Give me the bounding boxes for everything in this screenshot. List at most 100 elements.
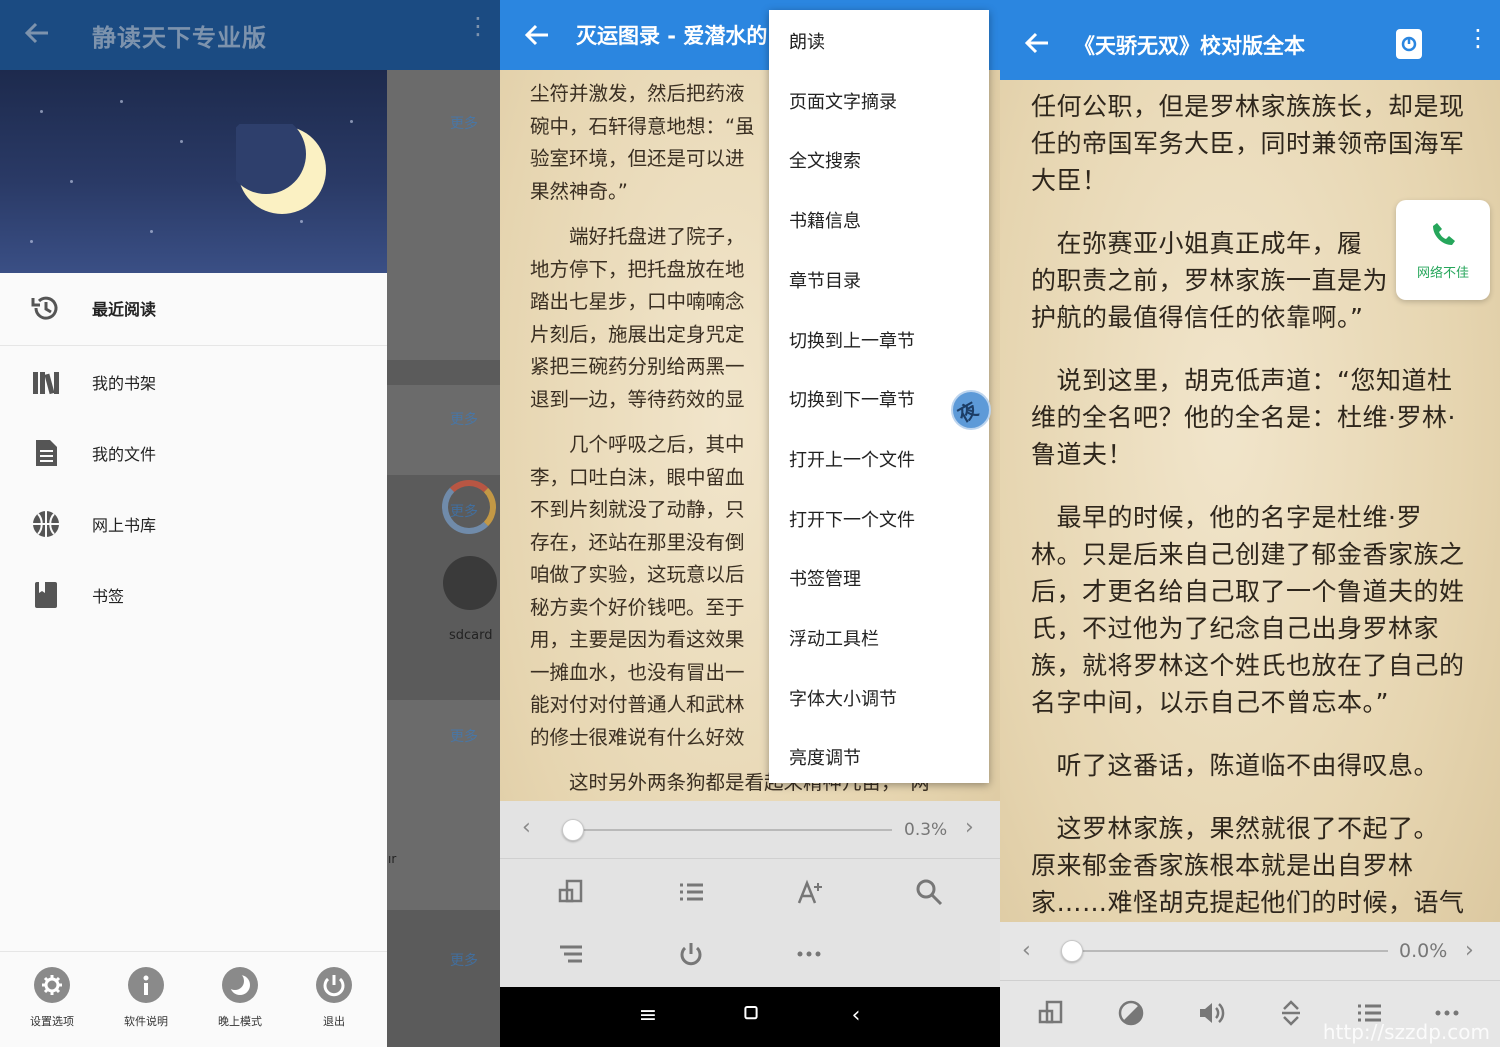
section-card <box>387 700 500 910</box>
text-line: 鲁道夫！ <box>1031 440 1134 469</box>
more-icon[interactable] <box>794 939 824 969</box>
section-card <box>387 70 500 360</box>
home-icon[interactable] <box>736 1003 766 1033</box>
list-icon[interactable] <box>676 877 706 907</box>
progress-track[interactable] <box>1070 950 1388 952</box>
menu-item[interactable]: 书签管理 <box>789 565 861 591</box>
drawer-item-files[interactable]: 我的文件 <box>0 423 387 483</box>
prev-chapter-chevron-icon[interactable]: ‹ <box>522 815 531 840</box>
text-line: 原来郁金香家族根本就是出自罗林 <box>1031 851 1414 880</box>
drawer-item-bookmarks[interactable]: 书签 <box>0 565 387 625</box>
drawer-item-bookshelf[interactable]: 我的书架 <box>0 352 387 412</box>
settings-button[interactable]: 设置选项 <box>17 967 87 1029</box>
menu-item[interactable]: 朗读 <box>789 28 825 54</box>
menu-item[interactable]: 打开下一个文件 <box>789 506 915 532</box>
recents-icon[interactable]: ≡ <box>633 1003 663 1028</box>
menu-item[interactable]: 浮动工具栏 <box>789 625 879 651</box>
folder-icon[interactable] <box>443 556 497 610</box>
exit-label: 退出 <box>323 1015 345 1028</box>
drawer-item-recent[interactable]: 最近阅读 <box>0 278 387 338</box>
menu-item[interactable]: 字体大小调节 <box>789 685 897 711</box>
panel-bookshelf: 静读天下专业版 ⋮ 更多 更多 更多 sdcard 更多 ır 更多 最近阅读 … <box>0 0 500 1047</box>
text-line: 听了这番话，陈道临不由得叹息。 <box>1031 751 1440 780</box>
text-line: 这罗林家族，果然就很了不起了。 <box>1031 814 1440 843</box>
text-line: 说到这里，胡克低声道：“您知道杜 <box>1031 366 1453 395</box>
next-chapter-chevron-icon[interactable]: › <box>965 815 974 840</box>
menu-lines-icon[interactable] <box>556 939 586 969</box>
more-link[interactable]: 更多 <box>450 113 478 133</box>
back-arrow-icon[interactable] <box>1022 28 1052 58</box>
text-line: 维的全名吧？他的全名是：杜维·罗林· <box>1031 403 1456 432</box>
next-chapter-chevron-icon[interactable]: › <box>1465 938 1474 963</box>
truncated-label: ır <box>388 852 397 866</box>
page-action-icon[interactable] <box>1396 29 1422 59</box>
more-link[interactable]: 更多 <box>450 950 478 970</box>
night-mode-button[interactable]: 晚上模式 <box>205 967 275 1029</box>
network-status-card[interactable]: 网络不佳 <box>1396 200 1490 300</box>
drawer-item-online-library[interactable]: 网上书库 <box>0 494 387 554</box>
drawer-header <box>0 70 387 273</box>
info-icon <box>143 975 149 995</box>
power-icon[interactable] <box>676 939 706 969</box>
exit-button[interactable]: 退出 <box>299 967 369 1029</box>
rotate-icon[interactable] <box>1036 998 1066 1028</box>
divider <box>0 951 387 952</box>
rotate-icon[interactable] <box>556 877 586 907</box>
overflow-menu-icon[interactable]: ⋮ <box>1466 26 1490 50</box>
panel-reader-page: 任何公职，但是罗林家族族长，却是现 任的帝国军务大臣，同时兼领帝国海军 大臣！ 在弥… <box>1000 0 1500 1047</box>
overflow-menu-icon[interactable]: ⋮ <box>466 14 490 38</box>
section-card <box>387 385 500 475</box>
theme-icon[interactable] <box>1116 998 1146 1028</box>
bookshelf-icon <box>33 372 59 395</box>
menu-item[interactable]: 章节目录 <box>789 267 861 293</box>
text-line: 林。只是后来自己创建了郁金香家族之 <box>1031 540 1465 569</box>
menu-item[interactable]: 切换到上一章节 <box>789 327 915 353</box>
progress-knob[interactable] <box>561 819 584 841</box>
drawer-item-label: 我的书架 <box>92 374 157 393</box>
back-arrow-icon[interactable] <box>522 20 552 50</box>
divider <box>0 345 387 346</box>
progress-knob[interactable] <box>1061 940 1083 962</box>
drawer-item-label: 最近阅读 <box>92 300 157 319</box>
menu-item[interactable]: 亮度调节 <box>789 744 861 770</box>
scroll-icon[interactable] <box>1276 998 1306 1028</box>
more-link[interactable]: 更多 <box>450 501 478 521</box>
divider <box>1000 980 1500 981</box>
more-link[interactable]: 更多 <box>450 726 478 746</box>
moon-icon <box>226 972 250 995</box>
volume-icon[interactable] <box>1196 998 1226 1028</box>
text-line: 任何公职，但是罗林家族族长，却是现 <box>1031 92 1465 121</box>
network-status-label: 网络不佳 <box>1416 266 1469 281</box>
progress-percent: 0.3% <box>904 820 948 840</box>
font-size-icon[interactable] <box>796 877 826 907</box>
prev-chapter-chevron-icon[interactable]: ‹ <box>1022 938 1031 963</box>
drawer-item-label: 网上书库 <box>92 516 157 535</box>
text-line: 族，就将罗林这个姓氏也放在了自己的 <box>1031 651 1465 680</box>
text-line: 最早的时候，他的名字是杜维·罗 <box>1031 503 1422 532</box>
about-button[interactable]: 软件说明 <box>111 967 181 1029</box>
floating-toolbar-button[interactable]: 夜 <box>951 390 991 430</box>
nav-back-icon[interactable]: ‹ <box>841 1003 871 1028</box>
menu-item[interactable]: 切换到下一章节 <box>789 386 915 412</box>
book-title: 灭运图录 - 爱潜水的 <box>576 24 768 48</box>
progress-track[interactable] <box>570 829 892 831</box>
menu-item[interactable]: 打开上一个文件 <box>789 446 915 472</box>
back-arrow-icon[interactable] <box>22 18 52 48</box>
reader-bottom-bar: ‹ 0.3% › <box>500 801 1000 987</box>
more-link[interactable]: 更多 <box>450 409 478 429</box>
globe-icon <box>33 511 59 537</box>
settings-label: 设置选项 <box>30 1015 74 1028</box>
menu-item[interactable]: 页面文字摘录 <box>789 88 897 114</box>
about-label: 软件说明 <box>124 1015 168 1028</box>
text-line: 任的帝国军务大臣，同时兼领帝国海军 <box>1031 129 1465 158</box>
text-line: 大臣！ <box>1031 166 1108 195</box>
search-icon[interactable] <box>914 877 944 907</box>
menu-item[interactable]: 书籍信息 <box>789 207 861 233</box>
text-line: 护航的最值得信任的依靠啊。” <box>1031 303 1364 332</box>
menu-item[interactable]: 全文搜索 <box>789 147 861 173</box>
progress-row: ‹ 0.3% › <box>500 801 1000 859</box>
